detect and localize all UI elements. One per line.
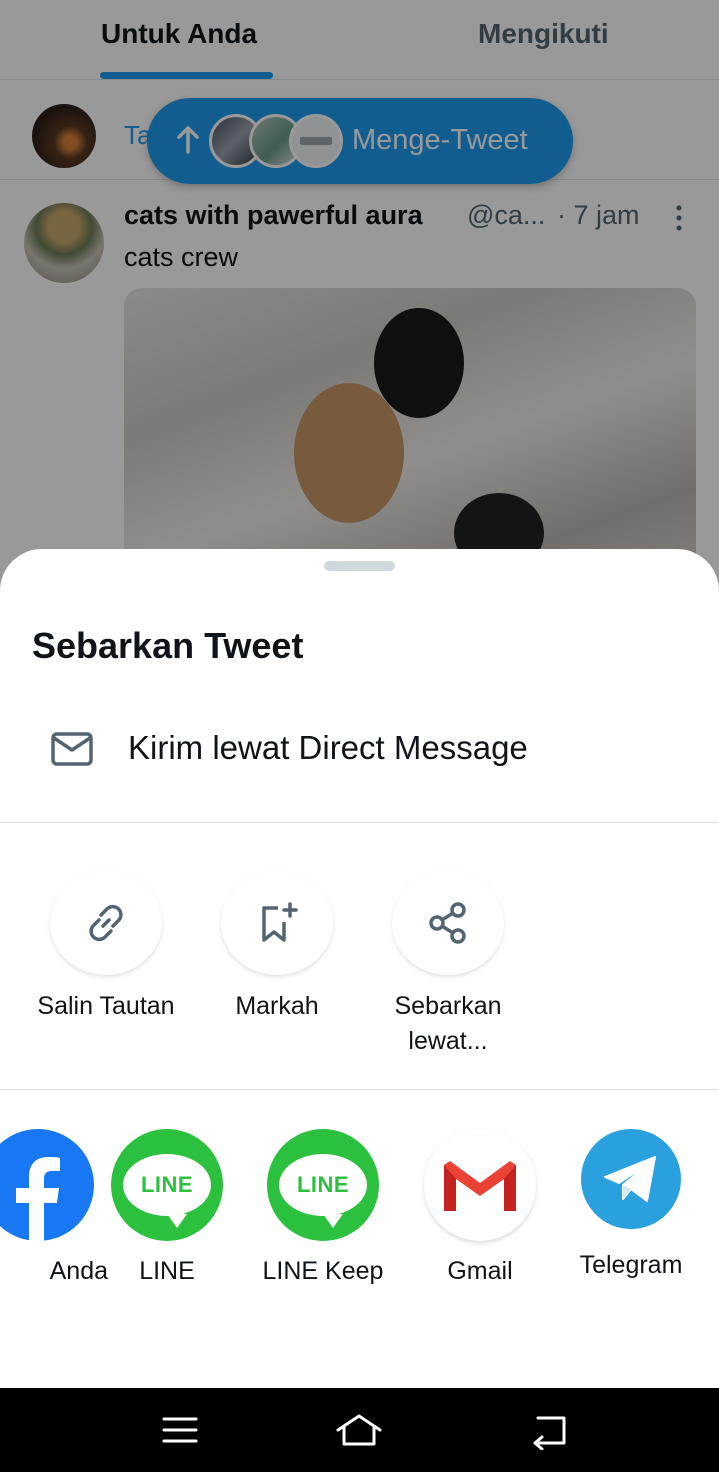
app-line-keep-label: LINE Keep <box>262 1257 384 1285</box>
share-icon <box>429 902 466 944</box>
share-sheet: Sebarkan Tweet Kirim lewat Direct Messag… <box>0 549 719 1390</box>
share-via-button[interactable]: Sebarkan lewat... <box>363 871 533 1059</box>
app-telegram[interactable]: Telegram <box>553 1129 709 1280</box>
app-gmail[interactable]: Gmail <box>402 1129 558 1286</box>
share-via-label-line1: Sebarkan <box>394 992 502 1020</box>
link-icon <box>89 904 123 942</box>
bookmark-circle <box>221 871 333 975</box>
app-gmail-label: Gmail <box>447 1257 513 1285</box>
send-via-dm-button[interactable]: Kirim lewat Direct Message <box>0 699 719 801</box>
system-navigation-bar <box>0 1388 719 1472</box>
envelope-icon <box>51 732 93 766</box>
app-line-keep[interactable]: LINE LINE Keep <box>245 1129 401 1286</box>
sheet-title: Sebarkan Tweet <box>32 625 304 666</box>
facebook-icon <box>0 1129 94 1241</box>
bookmark-label: Markah <box>235 992 319 1020</box>
send-via-dm-label: Kirim lewat Direct Message <box>128 729 528 766</box>
app-line[interactable]: LINE LINE <box>89 1129 245 1286</box>
divider <box>0 822 719 823</box>
telegram-icon <box>581 1129 681 1229</box>
divider <box>0 1089 719 1090</box>
telegram-plane-glyph <box>604 1156 656 1202</box>
bookmark-button[interactable]: Markah <box>192 871 362 1024</box>
line-icon: LINE <box>111 1129 223 1241</box>
app-line-label: LINE <box>139 1257 195 1285</box>
gmail-icon <box>424 1129 536 1241</box>
share-via-label-line2: lewat... <box>408 1027 488 1055</box>
share-via-circle <box>392 871 504 975</box>
app-telegram-label: Telegram <box>579 1251 683 1279</box>
line-logo-text: LINE <box>296 1172 350 1197</box>
line-logo-text: LINE <box>140 1172 194 1197</box>
bookmark-add-icon <box>262 902 298 942</box>
copy-link-button[interactable]: Salin Tautan <box>21 871 191 1024</box>
back-icon[interactable] <box>524 1410 574 1450</box>
line-keep-icon: LINE <box>267 1129 379 1241</box>
gmail-m-glyph <box>442 1161 518 1211</box>
line-bubble: LINE <box>279 1154 367 1228</box>
copy-link-label: Salin Tautan <box>37 992 175 1020</box>
copy-link-circle <box>50 871 162 975</box>
facebook-f-glyph <box>16 1157 60 1241</box>
home-icon[interactable] <box>334 1410 384 1450</box>
share-via-label: Sebarkan lewat... <box>363 989 533 1059</box>
line-bubble: LINE <box>123 1154 211 1228</box>
menu-icon[interactable] <box>155 1410 205 1450</box>
sheet-drag-handle[interactable] <box>324 561 395 571</box>
